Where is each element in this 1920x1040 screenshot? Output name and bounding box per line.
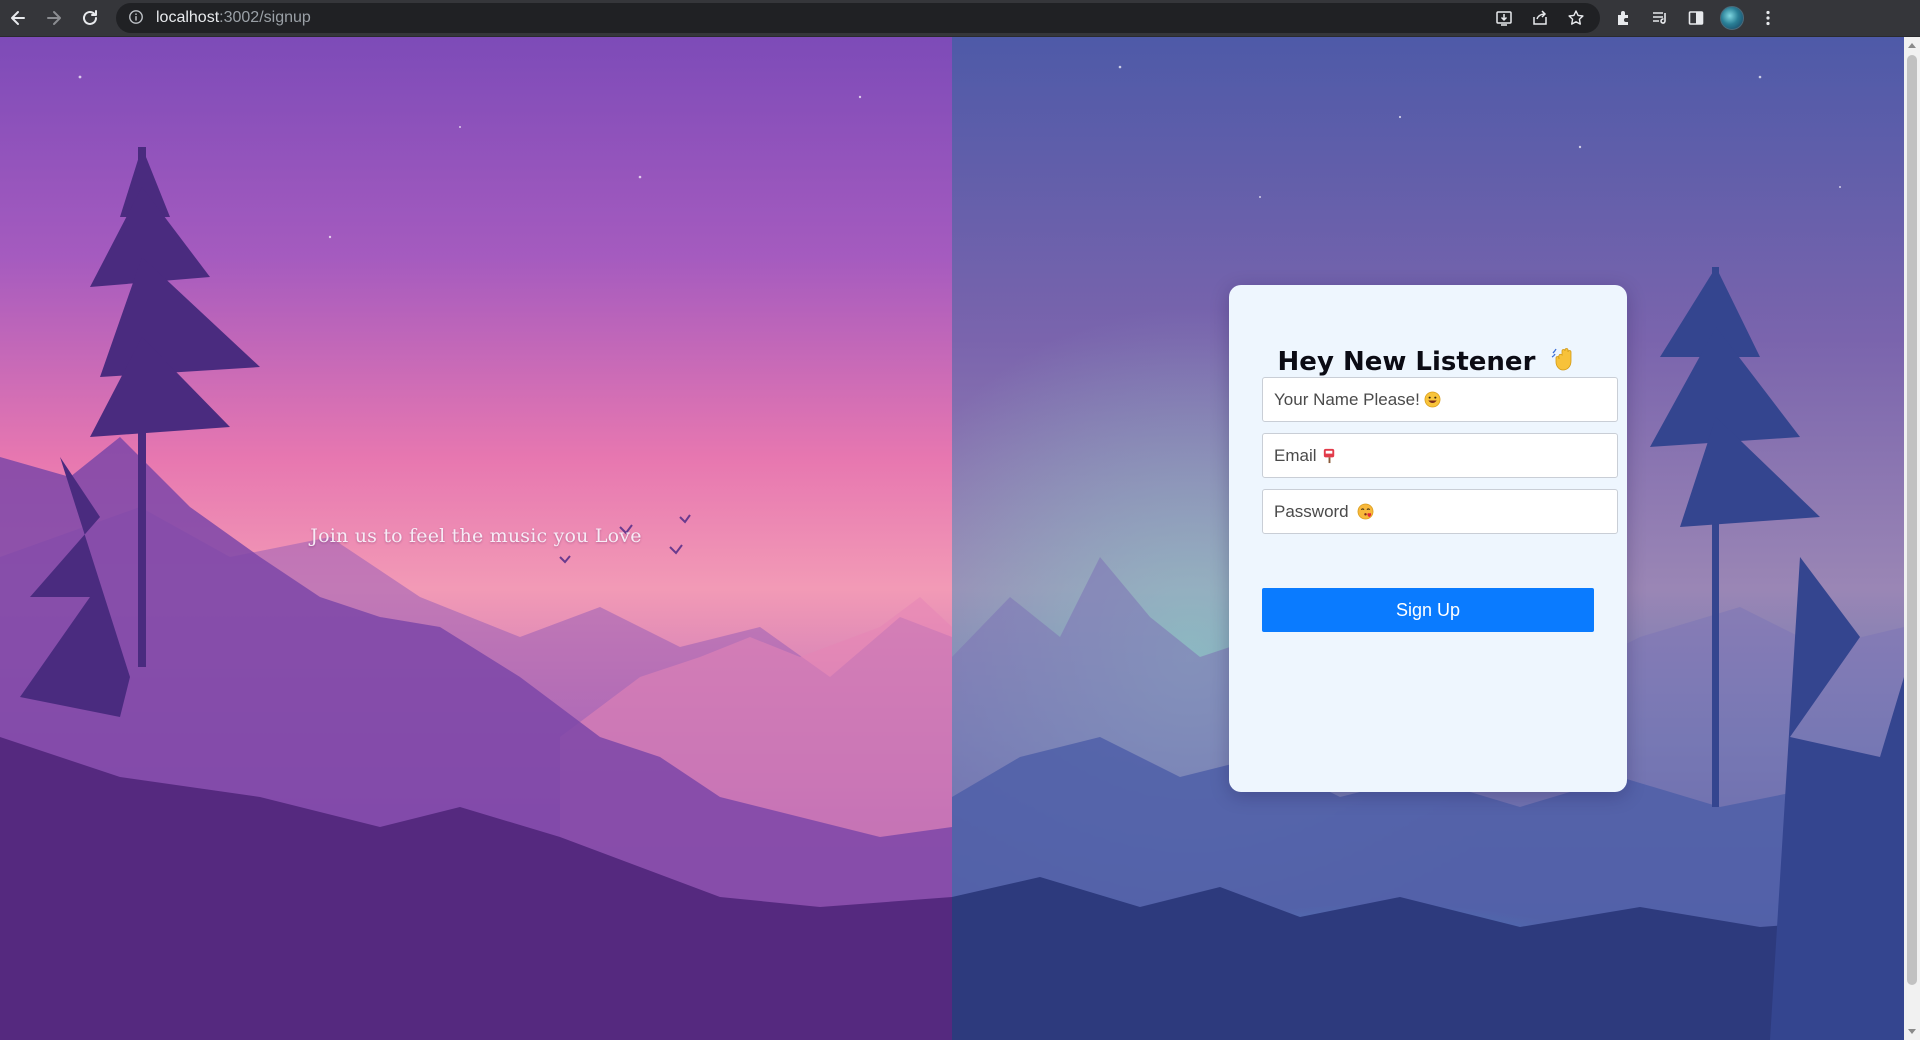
- page-scrollbar[interactable]: [1904, 37, 1920, 1040]
- signup-title: Hey New Listener: [1229, 345, 1627, 380]
- info-icon[interactable]: [128, 9, 146, 27]
- hero-panel: Join us to feel the music you Love: [0, 37, 952, 1040]
- page-viewport: Join us to feel the music you Love Hey N…: [0, 37, 1904, 1040]
- name-input[interactable]: Your Name Please!: [1262, 377, 1618, 422]
- face-blowing-kiss-icon: [1357, 503, 1374, 520]
- email-input[interactable]: Email: [1262, 433, 1618, 478]
- bookmark-star-button[interactable]: [1558, 3, 1594, 33]
- browser-toolbar: localhost:3002/signup: [0, 0, 1920, 37]
- back-icon: [11, 11, 25, 25]
- email-placeholder: Email: [1274, 445, 1317, 465]
- name-placeholder: Your Name Please!: [1274, 389, 1420, 409]
- forward-button[interactable]: [36, 0, 72, 36]
- share-button[interactable]: [1522, 3, 1558, 33]
- extensions-icon: [1618, 11, 1628, 25]
- back-button[interactable]: [0, 0, 36, 36]
- url-host: localhost: [156, 9, 220, 26]
- star-icon: [1568, 10, 1584, 25]
- scroll-up-arrow[interactable]: [1908, 43, 1916, 48]
- url-path: :3002/signup: [219, 9, 311, 26]
- menu-icon: [1766, 10, 1770, 26]
- password-placeholder: Password: [1274, 501, 1349, 521]
- menu-button[interactable]: [1750, 0, 1786, 36]
- waving-hand-icon: [1550, 345, 1578, 380]
- side-panel-icon: [1688, 11, 1704, 25]
- scroll-down-arrow[interactable]: [1908, 1029, 1916, 1034]
- hero-tagline: Join us to feel the music you Love: [310, 525, 642, 547]
- mailbox-icon: [1321, 447, 1338, 464]
- address-bar[interactable]: localhost:3002/signup: [116, 3, 1600, 33]
- install-button[interactable]: [1486, 3, 1522, 33]
- profile-avatar: [1720, 6, 1744, 30]
- media-controls-button[interactable]: [1642, 0, 1678, 36]
- sign-up-button[interactable]: Sign Up: [1262, 588, 1594, 632]
- password-input[interactable]: Password: [1262, 489, 1618, 534]
- install-icon: [1496, 11, 1512, 26]
- extensions-button[interactable]: [1606, 0, 1642, 36]
- toolbar-actions: [1606, 0, 1786, 36]
- side-panel-button[interactable]: [1678, 0, 1714, 36]
- address-bar-actions: [1486, 3, 1594, 33]
- profile-button[interactable]: [1714, 0, 1750, 36]
- signup-card: Hey New Listener Your Name Please! Email…: [1229, 285, 1627, 792]
- reload-icon: [83, 10, 97, 25]
- forward-icon: [47, 11, 61, 25]
- signup-title-text: Hey New Listener: [1277, 347, 1536, 377]
- media-icon: [1653, 12, 1666, 24]
- reload-button[interactable]: [72, 0, 108, 36]
- share-icon: [1533, 10, 1547, 25]
- scrollbar-thumb[interactable]: [1907, 55, 1917, 985]
- grinning-face-icon: [1424, 391, 1441, 408]
